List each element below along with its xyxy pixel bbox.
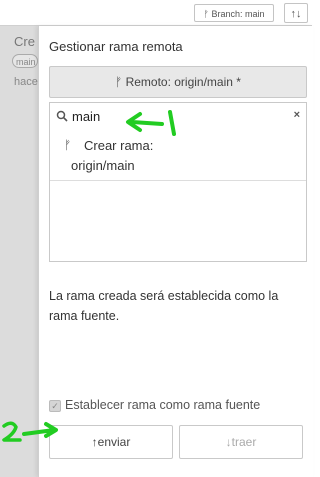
sync-button[interactable]: ↑↓ <box>284 3 308 23</box>
branch-results-list: ᚠ Crear rama: origin/main <box>49 129 307 262</box>
search-input[interactable] <box>72 108 272 124</box>
branch-icon: ᚠ <box>64 138 72 152</box>
info-text: La rama creada será establecida como la … <box>49 289 279 323</box>
result-branch-name: origin/main <box>71 158 135 173</box>
clear-icon[interactable]: × <box>294 109 300 121</box>
branch-label: Branch: main <box>211 9 265 19</box>
remote-branch-panel: Gestionar rama remota ᚠ Remoto: origin/m… <box>38 26 313 477</box>
background-timestamp: hace <box>14 76 38 88</box>
search-icon <box>56 110 68 122</box>
background-badge: main <box>12 54 38 68</box>
sync-icon: ↑↓ <box>290 8 302 20</box>
branch-search: × <box>49 102 307 130</box>
branch-button[interactable]: ᚠ Branch: main <box>194 4 274 22</box>
background-list <box>0 26 41 477</box>
branch-icon: ᚠ <box>203 9 209 19</box>
set-source-label: Establecer rama como rama fuente <box>65 398 261 412</box>
pull-button[interactable]: ↓traer <box>179 425 303 459</box>
set-source-checkbox[interactable]: ✓ <box>49 400 61 412</box>
create-branch-item[interactable]: ᚠ Crear rama: origin/main <box>50 129 306 181</box>
remote-select-button[interactable]: ᚠ Remoto: origin/main * <box>49 66 307 98</box>
push-button[interactable]: ↑enviar <box>49 425 173 459</box>
result-label: Crear rama: <box>84 138 154 153</box>
panel-title: Gestionar rama remota <box>49 39 183 54</box>
background-title: Cre <box>14 34 35 49</box>
